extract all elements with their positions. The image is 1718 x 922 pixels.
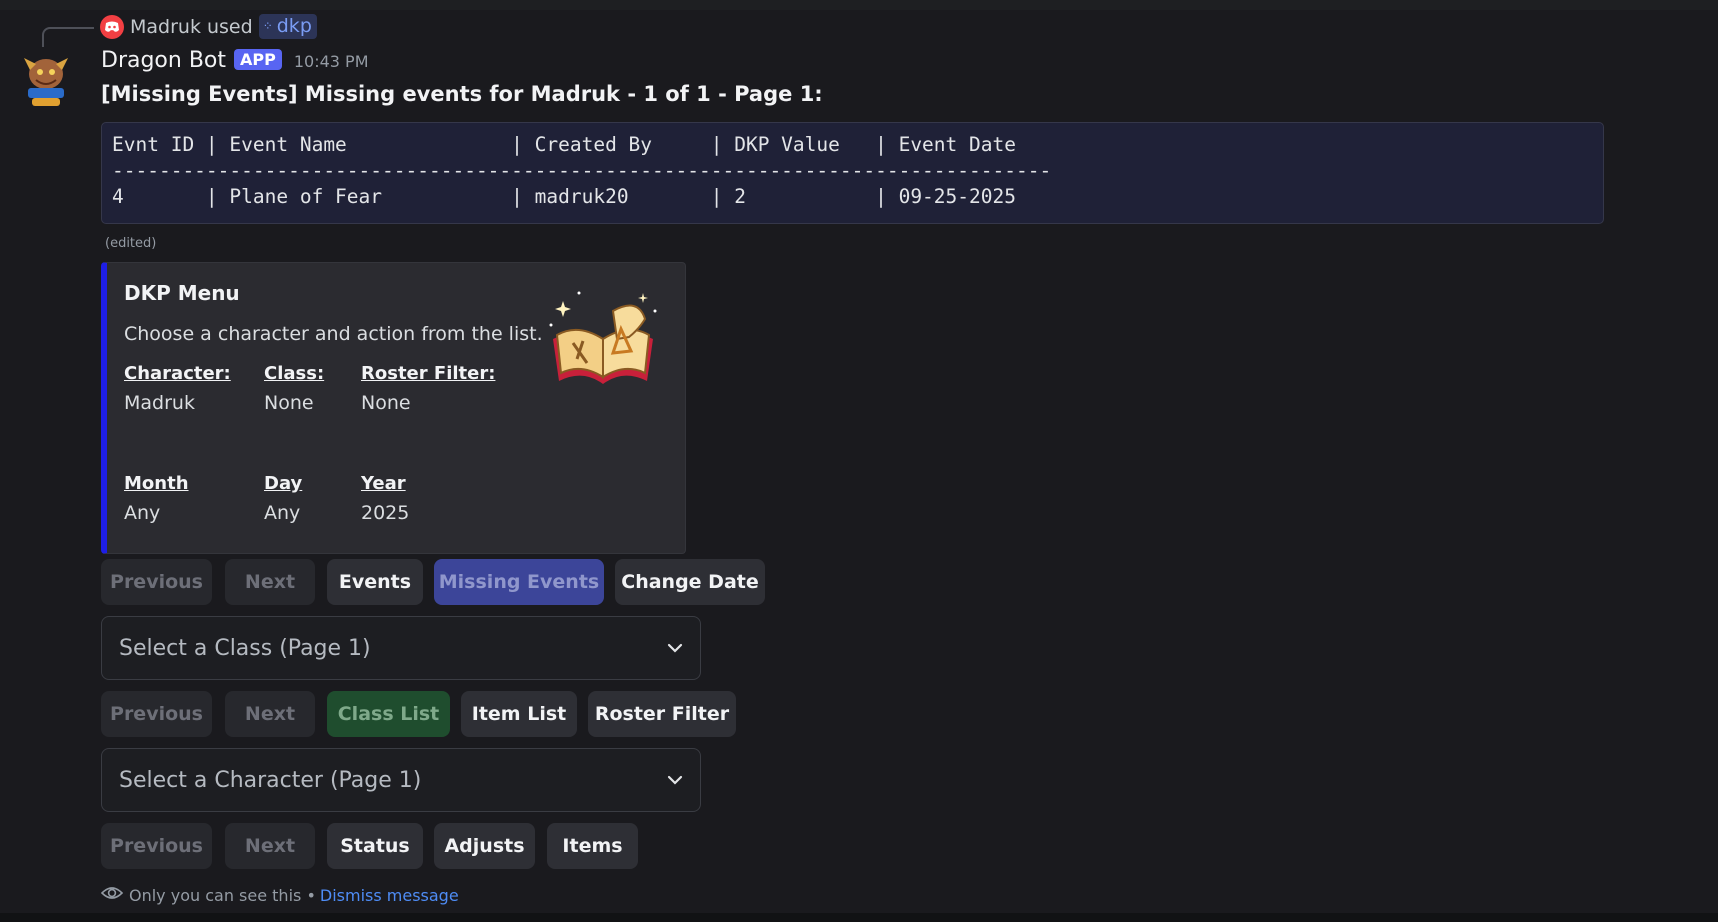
timestamp: 10:43 PM — [293, 52, 369, 71]
chevron-down-icon — [666, 771, 684, 793]
row2-next-button[interactable]: Next — [225, 691, 315, 737]
dragon-bot-avatar[interactable] — [22, 52, 70, 108]
field-month-name: Month — [124, 473, 189, 494]
code-header-line: Evnt ID | Event Name | Created By | DKP … — [112, 133, 1016, 156]
roster-filter-button[interactable]: Roster Filter — [588, 691, 736, 737]
slash-command-icon: ⁘ — [262, 19, 273, 33]
row2-previous-button[interactable]: Previous — [101, 691, 212, 737]
field-class-name: Class: — [264, 363, 325, 384]
field-day-value: Any — [264, 502, 301, 524]
dismiss-message-link[interactable]: Dismiss message — [320, 886, 459, 905]
field-roster-filter-value: None — [361, 392, 411, 414]
code-row-line: 4 | Plane of Fear | madruk20 | 2 | 09-25… — [112, 185, 1016, 208]
row1-next-button[interactable]: Next — [225, 559, 315, 605]
adjusts-button[interactable]: Adjusts — [434, 823, 535, 869]
select-class-dropdown[interactable]: Select a Class (Page 1) — [101, 616, 701, 680]
row3-next-button[interactable]: Next — [225, 823, 315, 869]
field-character-value: Madruk — [124, 392, 195, 414]
change-date-button[interactable]: Change Date — [615, 559, 765, 605]
field-character-name: Character: — [124, 363, 231, 384]
row3-previous-button[interactable]: Previous — [101, 823, 212, 869]
code-block: Evnt ID | Event Name | Created By | DKP … — [101, 122, 1604, 224]
field-day-name: Day — [264, 473, 303, 494]
bottom-bar — [0, 913, 1718, 922]
open-book-icon[interactable] — [543, 289, 663, 389]
field-month-value: Any — [124, 502, 161, 524]
reply-user[interactable]: Madruk used — [130, 16, 253, 38]
only-you-text: Only you can see this • — [129, 885, 316, 905]
command-chip[interactable]: ⁘ dkp — [258, 14, 317, 39]
class-list-button[interactable]: Class List — [327, 691, 450, 737]
top-bar — [0, 0, 1718, 10]
items-button[interactable]: Items — [547, 823, 638, 869]
events-button[interactable]: Events — [327, 559, 423, 605]
edited-label: (edited) — [105, 236, 157, 251]
embed-card: DKP Menu Choose a character and action f… — [101, 262, 686, 554]
field-year-name: Year — [361, 473, 406, 494]
ephemeral-notice: Only you can see this • Dismiss message — [100, 884, 459, 906]
chevron-down-icon — [666, 639, 684, 661]
embed-description: Choose a character and action from the l… — [124, 323, 543, 345]
item-list-button[interactable]: Item List — [461, 691, 577, 737]
field-roster-filter-name: Roster Filter: — [361, 363, 496, 384]
discord-icon — [100, 14, 124, 39]
status-button[interactable]: Status — [327, 823, 423, 869]
app-badge: APP — [234, 49, 282, 70]
reply-connector — [42, 27, 94, 47]
code-divider-line: ----------------------------------------… — [112, 159, 1052, 182]
bot-name[interactable]: Dragon Bot — [101, 48, 226, 73]
select-character-placeholder: Select a Character (Page 1) — [119, 767, 422, 793]
row1-previous-button[interactable]: Previous — [101, 559, 212, 605]
eye-icon — [100, 884, 124, 906]
message-header: Dragon Bot APP 10:43 PM — [101, 48, 369, 73]
reply-inner: Madruk used ⁘ dkp — [100, 14, 317, 39]
select-character-dropdown[interactable]: Select a Character (Page 1) — [101, 748, 701, 812]
field-year-value: 2025 — [361, 502, 410, 524]
field-class-value: None — [264, 392, 314, 414]
embed-title: DKP Menu — [124, 281, 240, 305]
command-name: dkp — [276, 15, 312, 37]
missing-events-button[interactable]: Missing Events — [434, 559, 604, 605]
select-class-placeholder: Select a Class (Page 1) — [119, 635, 371, 661]
message-title: [Missing Events] Missing events for Madr… — [101, 82, 823, 106]
